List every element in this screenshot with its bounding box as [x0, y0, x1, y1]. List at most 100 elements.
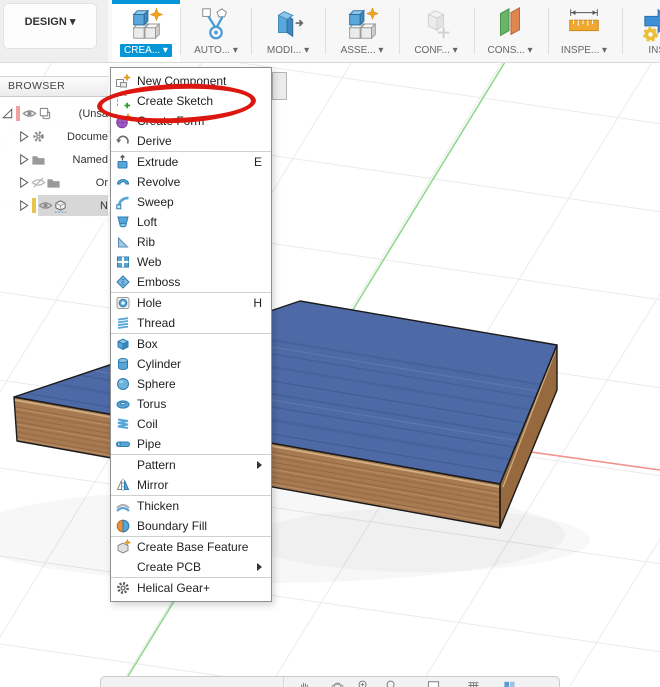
automate-icon: [182, 5, 250, 45]
menu-item-label: Extrude: [137, 155, 178, 169]
toolbar-separator: [399, 8, 400, 54]
menu-item-extrude[interactable]: Extrude E: [111, 152, 271, 172]
menu-item-shortcut: E: [254, 155, 262, 169]
torus-icon: [115, 396, 131, 412]
toolbar-tab-inspe[interactable]: INSPE... ▾: [550, 0, 618, 62]
modify-icon: [254, 5, 322, 45]
menu-item-sweep[interactable]: Sweep: [111, 192, 271, 212]
menu-item-cylinder[interactable]: Cylinder: [111, 354, 271, 374]
extrude-icon: [115, 154, 131, 170]
menu-item-label: Mirror: [137, 478, 168, 492]
menu-item-web[interactable]: Web: [111, 252, 271, 272]
toolbar-tab-modi[interactable]: MODI... ▾: [254, 0, 322, 62]
folder-icon: [46, 175, 61, 190]
construct-icon: [476, 5, 544, 45]
menu-item-rib[interactable]: Rib: [111, 232, 271, 252]
navigation-bar[interactable]: [100, 676, 560, 687]
helical-gear-icon: [115, 580, 131, 596]
inspect-icon: [550, 5, 618, 45]
browser-row-label: Named: [71, 154, 108, 166]
browser-row-n[interactable]: N: [0, 194, 108, 217]
menu-item-label: Create Form: [137, 114, 204, 128]
menu-item-pattern[interactable]: Pattern: [111, 455, 271, 475]
menu-item-coil[interactable]: Coil: [111, 414, 271, 434]
menu-item-label: Create PCB: [137, 560, 201, 574]
browser-row-named[interactable]: Named: [0, 148, 108, 171]
menu-item-shortcut: H: [253, 296, 262, 310]
menu-item-create-base-feature[interactable]: Create Base Feature: [111, 537, 271, 557]
menu-item-mirror[interactable]: Mirror: [111, 475, 271, 495]
menu-item-label: Sphere: [137, 377, 176, 391]
browser-panel-title: BROWSER: [0, 76, 108, 97]
menu-item-label: Thread: [137, 316, 175, 330]
toolbar-tab-crea[interactable]: CREA... ▾: [112, 0, 180, 62]
menu-item-emboss[interactable]: Emboss: [111, 272, 271, 292]
menu-item-label: Rib: [137, 235, 155, 249]
toolbar-tab-asse[interactable]: ASSE... ▾: [328, 0, 396, 62]
expand-triangle-icon: [0, 106, 15, 121]
menu-item-label: Pipe: [137, 437, 161, 451]
menu-item-label: Pattern: [137, 458, 176, 472]
browser-row-or[interactable]: Or: [0, 171, 108, 194]
menu-item-label: Sweep: [137, 195, 174, 209]
selected-highlight: N: [38, 195, 108, 216]
menu-item-new-component[interactable]: New Component: [111, 71, 271, 91]
main-toolbar: DESIGN ▾ CREA... ▾AUTO... ▾MODI... ▾ASSE…: [0, 0, 660, 63]
automate-icon: [197, 5, 235, 43]
configure-icon: [402, 5, 470, 45]
menu-item-loft[interactable]: Loft: [111, 212, 271, 232]
assemble-icon: [328, 5, 396, 45]
tab-label: INSPE... ▾: [550, 45, 618, 56]
menu-item-thicken[interactable]: Thicken: [111, 496, 271, 516]
menu-item-create-form[interactable]: Create Form: [111, 111, 271, 131]
menu-item-create-sketch[interactable]: Create Sketch: [111, 91, 271, 111]
browser-row-unsa[interactable]: (Unsa: [0, 102, 108, 125]
toolbar-separator: [548, 8, 549, 54]
menu-item-derive[interactable]: Derive: [111, 131, 271, 151]
menu-item-label: Thicken: [137, 499, 179, 513]
menu-item-create-pcb[interactable]: Create PCB: [111, 557, 271, 577]
thicken-icon: [115, 498, 131, 514]
workspace-area: DESIGN ▾: [0, 0, 108, 62]
create-dropdown-menu: New Component Create Sketch Create Form Der…: [110, 67, 272, 602]
menu-item-label: Derive: [137, 134, 172, 148]
menu-item-thread[interactable]: Thread: [111, 313, 271, 333]
box-icon: [115, 336, 131, 352]
visibility-eye-icon[interactable]: [38, 198, 53, 213]
toolbar-tab-inse[interactable]: INSE: [624, 0, 660, 62]
emboss-icon: [115, 274, 131, 290]
menu-item-torus[interactable]: Torus: [111, 394, 271, 414]
hole-icon: [115, 295, 131, 311]
toolbar-tab-cons[interactable]: CONS... ▾: [476, 0, 544, 62]
toolbar-tab-conf[interactable]: CONF... ▾: [402, 0, 470, 62]
browser-row-label: Docume: [65, 131, 108, 143]
menu-item-sphere[interactable]: Sphere: [111, 374, 271, 394]
toolbar-separator: [622, 8, 623, 54]
rib-icon: [115, 234, 131, 250]
browser-row-label: (Unsa: [77, 108, 108, 120]
menu-item-label: Coil: [137, 417, 158, 431]
menu-item-label: Boundary Fill: [137, 519, 207, 533]
menu-item-revolve[interactable]: Revolve: [111, 172, 271, 192]
browser-row-docume[interactable]: Docume: [0, 125, 108, 148]
menu-item-label: Create Sketch: [137, 94, 213, 108]
eye-off-icon[interactable]: [31, 175, 46, 190]
pipe-icon: [115, 436, 131, 452]
tab-label: CREA... ▾: [112, 45, 180, 56]
submenu-arrow-icon: [257, 563, 262, 571]
browser-row-label: N: [98, 200, 108, 212]
menu-item-pipe[interactable]: Pipe: [111, 434, 271, 454]
menu-item-label: Revolve: [137, 175, 180, 189]
browser-row-label: Or: [94, 177, 108, 189]
create-form-icon: [115, 113, 131, 129]
visibility-eye-icon[interactable]: [22, 106, 37, 121]
menu-flyout-stub: [272, 72, 287, 100]
toolbar-tab-auto[interactable]: AUTO... ▾: [182, 0, 250, 62]
menu-item-helical-gear[interactable]: Helical Gear+: [111, 578, 271, 598]
configure-icon: [417, 5, 455, 43]
menu-item-hole[interactable]: HoleH: [111, 293, 271, 313]
menu-item-box[interactable]: Box: [111, 334, 271, 354]
menu-item-boundary-fill[interactable]: Boundary Fill: [111, 516, 271, 536]
workspace-selector[interactable]: DESIGN ▾: [3, 3, 97, 49]
create-sketch-icon: [115, 93, 131, 109]
